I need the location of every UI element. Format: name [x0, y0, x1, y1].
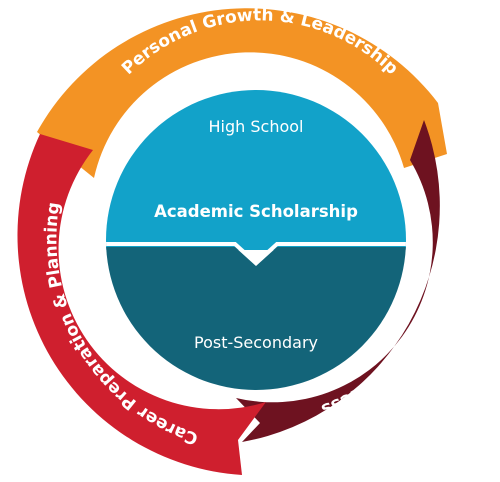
cycle-diagram: Personal Growth & Leadership Mental Heal… [17, 5, 470, 475]
center-upper-label: High School [209, 117, 304, 136]
center-main-label: Academic Scholarship [154, 202, 358, 221]
diagram-stage: Personal Growth & Leadership Mental Heal… [0, 0, 500, 477]
center-lower-label: Post-Secondary [194, 333, 318, 352]
